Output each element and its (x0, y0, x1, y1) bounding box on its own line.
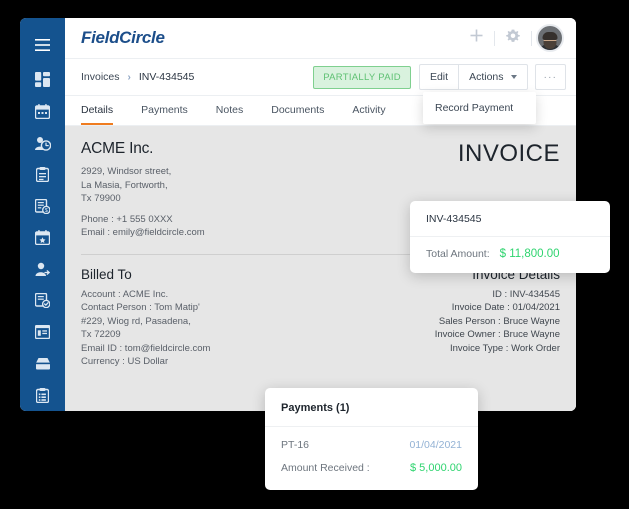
payments-card: Payments (1) PT-16 01/04/2021 Amount Rec… (265, 388, 478, 490)
billed-to-email: Email ID : tom@fieldcircle.com (81, 342, 211, 354)
billed-to-block: Billed To Account : ACME Inc. Contact Pe… (81, 267, 210, 369)
list-card-icon (35, 325, 50, 340)
invoice-card-total-value: $ 11,800.00 (499, 248, 560, 260)
invoice-card-total-label: Total Amount: (426, 248, 490, 260)
payment-row[interactable]: PT-16 01/04/2021 (281, 439, 462, 451)
dashboard-grid-icon (35, 72, 50, 88)
payments-card-body: PT-16 01/04/2021 Amount Received : $ 5,0… (265, 427, 478, 490)
svg-text:$: $ (45, 208, 48, 214)
sidebar: $ (20, 18, 65, 411)
hamburger-icon (35, 39, 50, 52)
gear-icon (506, 29, 520, 48)
actions-button-label: Actions (469, 70, 504, 83)
brand-logo[interactable]: FieldCircle (81, 28, 165, 48)
invoice-detail-date: Invoice Date : 01/04/2021 (451, 302, 560, 313)
clipboard-icon (36, 167, 49, 183)
menu-item-record-payment[interactable]: Record Payment (423, 92, 536, 124)
calendar-star-icon (35, 230, 50, 246)
company-address-line-1: 2929, Windsor street, (81, 166, 172, 177)
tab-activity[interactable]: Activity (352, 96, 385, 125)
invoice-detail-sales-person: Sales Person : Bruce Wayne (438, 315, 560, 327)
payment-amount-label: Amount Received : (281, 462, 370, 474)
clipboard-list-icon (36, 387, 49, 403)
payment-date: 01/04/2021 (409, 439, 462, 451)
sidebar-item-calendar[interactable] (20, 96, 65, 128)
status-badge: PARTIALLY PAID (313, 65, 411, 89)
avatar-hair (542, 32, 558, 41)
invoice-card-number: INV-434545 (410, 201, 610, 237)
add-button[interactable] (462, 24, 490, 52)
sidebar-item-assets[interactable] (20, 316, 65, 348)
screenshot-stage: $ FieldCircle Invoices › INV-434545 PART… (0, 0, 629, 509)
payment-amount-value: $ 5,000.00 (410, 462, 462, 474)
calendar-icon (35, 104, 50, 120)
billed-to-street: #229, Wiog rd, Pasadena, (81, 315, 191, 327)
sidebar-item-schedule[interactable] (20, 222, 65, 254)
sidebar-item-inventory[interactable] (20, 348, 65, 380)
payments-card-heading: Payments (1) (265, 388, 478, 427)
invoice-dollar-icon: $ (35, 198, 50, 214)
avatar[interactable] (536, 24, 564, 52)
company-phone: Phone : +1 555 0XXX (81, 213, 173, 225)
sidebar-item-dashboard[interactable] (20, 64, 65, 96)
tab-details[interactable]: Details (81, 96, 114, 125)
billed-to-contact: Contact Person : Tom Matip' (81, 302, 200, 313)
breadcrumb-separator-icon: › (127, 71, 131, 83)
tab-notes[interactable]: Notes (216, 96, 243, 125)
invoice-detail-id: ID : INV-434545 (492, 288, 560, 300)
document-title: INVOICE (457, 140, 560, 167)
payment-amount-row: Amount Received : $ 5,000.00 (281, 462, 462, 474)
invoice-card-total-row: Total Amount: $ 11,800.00 (410, 237, 610, 273)
person-arrow-icon (35, 262, 50, 277)
plus-icon (470, 29, 483, 47)
document-check-icon (35, 293, 50, 309)
sidebar-menu-toggle[interactable] (20, 26, 65, 65)
breadcrumb-parent[interactable]: Invoices (81, 71, 120, 83)
sidebar-item-jobs[interactable] (20, 159, 65, 191)
invoice-summary-card: INV-434545 Total Amount: $ 11,800.00 (410, 201, 610, 273)
invoice-detail-owner: Invoice Owner : Bruce Wayne (434, 329, 560, 340)
more-options-button[interactable]: ··· (534, 64, 566, 90)
billed-to-heading: Billed To (81, 266, 132, 282)
payment-id: PT-16 (281, 439, 310, 451)
settings-button[interactable] (499, 24, 527, 52)
company-block: ACME Inc. 2929, Windsor street, La Masia… (81, 140, 205, 240)
company-address-line-2: La Masia, Fortworth, (81, 179, 168, 191)
top-bar-actions (462, 24, 564, 52)
actions-dropdown-menu: Record Payment (423, 92, 536, 124)
billed-to-currency: Currency : US Dollar (81, 356, 169, 367)
edit-button[interactable]: Edit (418, 64, 460, 90)
tab-documents[interactable]: Documents (271, 96, 324, 125)
chevron-down-icon (510, 75, 517, 79)
invoice-detail-type: Invoice Type : Work Order (450, 342, 560, 354)
company-email: Email : emily@fieldcircle.com (81, 227, 205, 238)
sidebar-item-customers[interactable] (20, 253, 65, 285)
actions-dropdown-button[interactable]: Actions (459, 64, 528, 90)
invoice-details-block: Invoice Details ID : INV-434545 Invoice … (435, 267, 560, 356)
person-clock-icon (34, 136, 51, 151)
invoice-sheet-body: Billed To Account : ACME Inc. Contact Pe… (81, 267, 560, 369)
tab-payments[interactable]: Payments (141, 96, 188, 125)
sidebar-item-timesheet[interactable] (20, 127, 65, 159)
sidebar-item-reports[interactable] (20, 380, 65, 411)
sidebar-item-invoices[interactable]: $ (20, 190, 65, 222)
divider (494, 30, 495, 46)
sidebar-item-quotes[interactable] (20, 285, 65, 317)
record-actions: PARTIALLY PAID Edit Actions ··· (313, 64, 566, 90)
breadcrumb-current: INV-434545 (138, 71, 195, 83)
inbox-icon (34, 357, 51, 370)
company-name: ACME Inc. (81, 140, 154, 157)
billed-to-account: Account : ACME Inc. (81, 288, 169, 300)
breadcrumb-bar: Invoices › INV-434545 PARTIALLY PAID Edi… (65, 58, 576, 96)
company-address-line-3: Tx 79900 (81, 193, 121, 204)
divider (531, 30, 532, 46)
top-bar: FieldCircle (65, 18, 576, 58)
billed-to-city: Tx 72209 (81, 329, 121, 340)
